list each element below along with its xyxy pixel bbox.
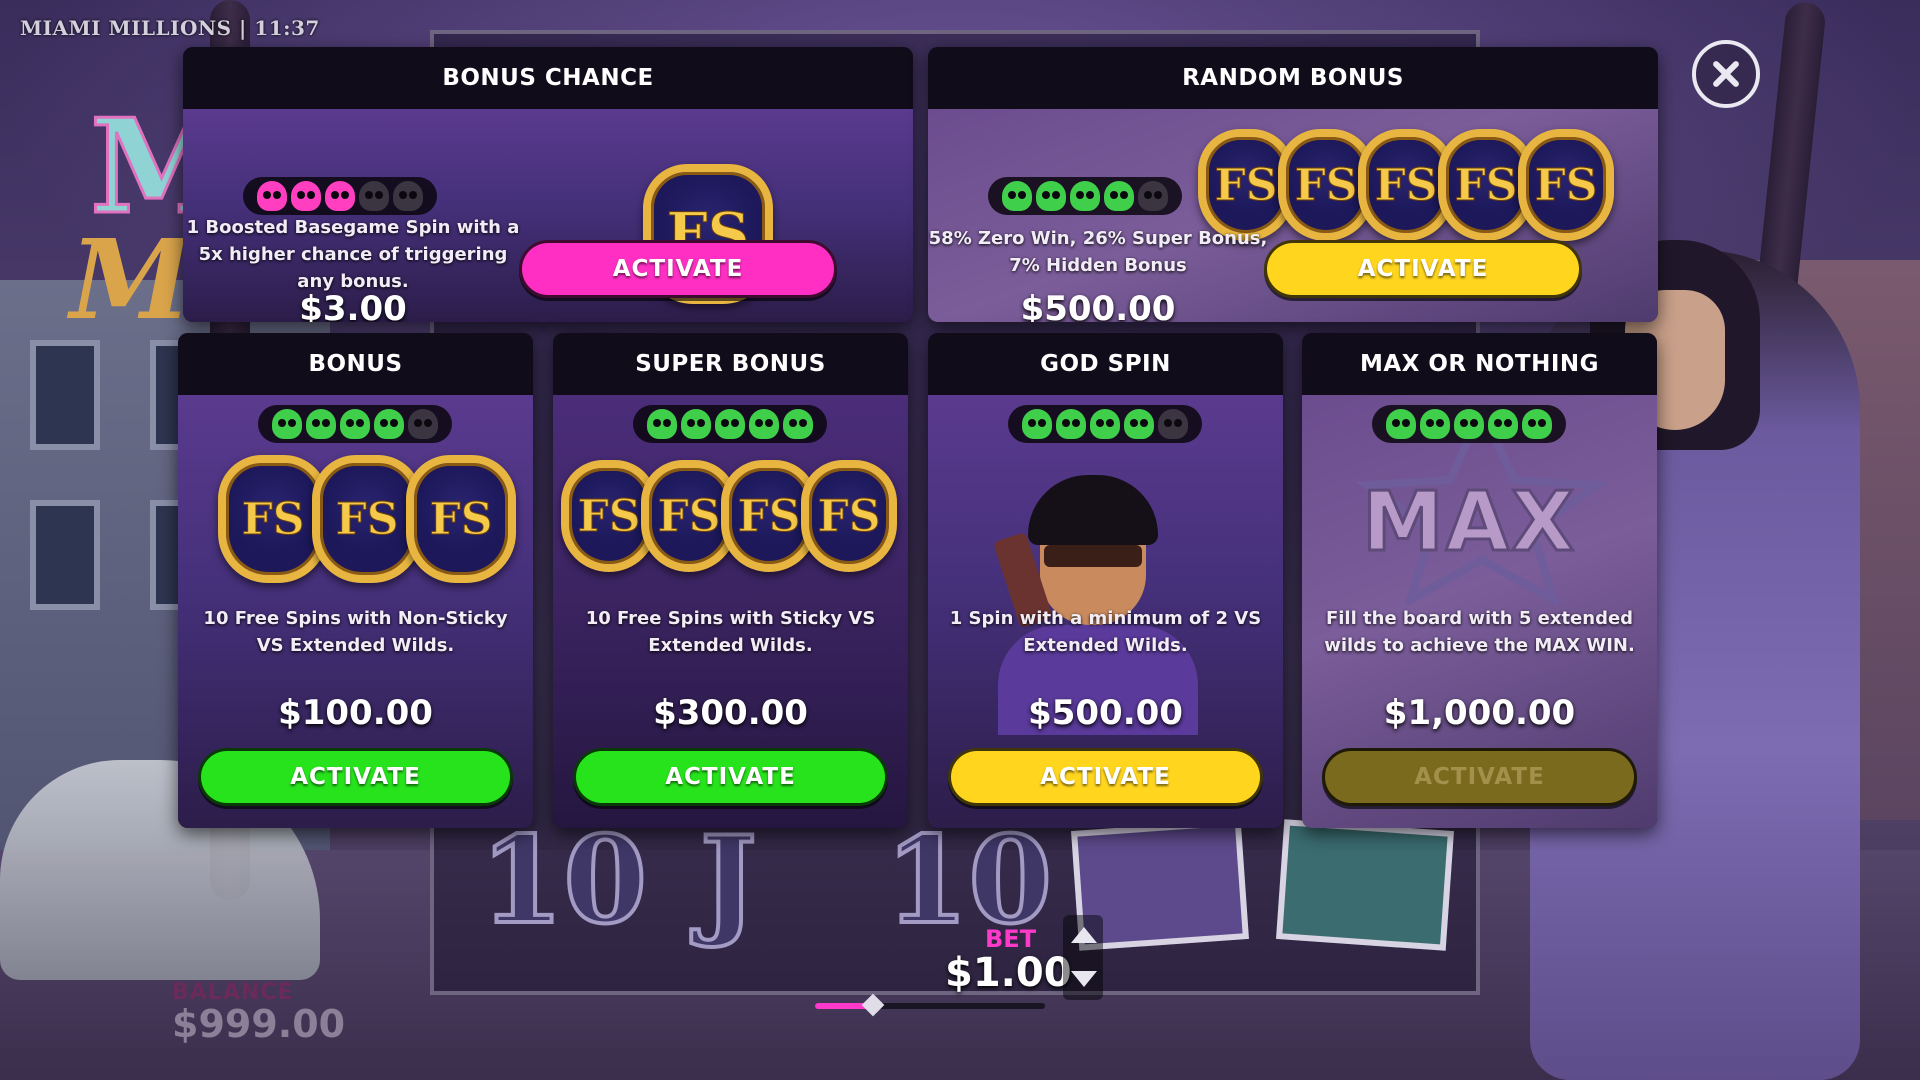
max-art-text: MAX — [1360, 474, 1577, 572]
fs-badge-icon: FS — [801, 460, 897, 572]
skull-icon — [291, 181, 321, 211]
card-bonus: BONUS FS FS FS 10 Free Spins with Non-St… — [178, 333, 533, 828]
skull-icon — [681, 409, 711, 439]
skull-icon — [783, 409, 813, 439]
card-description: 58% Zero Win, 26% Super Bonus, 7% Hidden… — [928, 228, 1268, 276]
game-title-clock: MIAMI MILLIONS | 11:37 — [20, 16, 320, 40]
hero-sunglasses — [1044, 545, 1142, 567]
card-description: 1 Boosted Basegame Spin with a 5x higher… — [186, 217, 520, 292]
fs-badge-group: FS FS FS FS — [561, 460, 897, 572]
skull-icon — [393, 181, 423, 211]
balance-value: $999.00 — [172, 1002, 346, 1046]
skull-icon — [1522, 409, 1552, 439]
skull-icon — [1056, 409, 1086, 439]
level-meter — [258, 405, 452, 443]
card-title: BONUS — [178, 333, 533, 395]
arrow-down-icon[interactable] — [1071, 971, 1097, 987]
card-god-spin: GOD SPIN 1 Spin with a minimum of 2 VS E… — [928, 333, 1283, 828]
card-random-bonus: RANDOM BONUS FS FS FS FS FS 58% Zero Win… — [928, 47, 1658, 322]
skull-icon — [1104, 181, 1134, 211]
card-price: $1,000.00 — [1383, 693, 1576, 733]
skull-icon — [1022, 409, 1052, 439]
skull-icon — [1002, 181, 1032, 211]
bet-slider[interactable] — [815, 993, 1045, 1017]
activate-button[interactable]: ACTIVATE — [573, 748, 888, 806]
building-window — [30, 500, 100, 610]
card-description: Fill the board with 5 extended wilds to … — [1324, 608, 1635, 656]
card-title: BONUS CHANCE — [183, 47, 913, 109]
close-icon[interactable] — [1692, 40, 1760, 108]
fs-badge-icon: FS — [1518, 129, 1614, 241]
card-title: GOD SPIN — [928, 333, 1283, 395]
fs-badge-icon: FS — [406, 455, 516, 583]
level-meter — [633, 405, 827, 443]
reel-symbol: J — [698, 808, 759, 953]
card-bonus-chance: BONUS CHANCE FS 1 Boosted Basegame Spin … — [183, 47, 913, 322]
skull-icon — [1386, 409, 1416, 439]
skull-icon — [272, 409, 302, 439]
level-meter — [988, 177, 1182, 215]
skull-icon — [408, 409, 438, 439]
card-price: $500.00 — [1020, 289, 1176, 322]
skull-icon — [1454, 409, 1484, 439]
activate-button[interactable]: ACTIVATE — [1264, 240, 1582, 298]
activate-button-disabled[interactable]: ACTIVATE — [1322, 748, 1637, 806]
hero-hair — [1028, 475, 1158, 545]
level-meter — [1372, 405, 1566, 443]
card-title: MAX OR NOTHING — [1302, 333, 1657, 395]
skull-icon — [325, 181, 355, 211]
card-price: $100.00 — [278, 693, 433, 733]
skull-icon — [374, 409, 404, 439]
level-meter — [243, 177, 437, 215]
skull-icon — [1090, 409, 1120, 439]
skull-icon — [1420, 409, 1450, 439]
card-description: 1 Spin with a minimum of 2 VS Extended W… — [949, 608, 1262, 656]
activate-button[interactable]: ACTIVATE — [948, 748, 1263, 806]
game-logo-script: M — [70, 215, 192, 344]
skull-icon — [359, 181, 389, 211]
skull-icon — [306, 409, 336, 439]
skull-icon — [1138, 181, 1168, 211]
skull-icon — [1036, 181, 1066, 211]
activate-button[interactable]: ACTIVATE — [519, 240, 837, 298]
card-price: $3.00 — [299, 289, 407, 322]
card-title: SUPER BONUS — [553, 333, 908, 395]
skull-icon — [257, 181, 287, 211]
skull-icon — [340, 409, 370, 439]
activate-button[interactable]: ACTIVATE — [198, 748, 513, 806]
card-super-bonus: SUPER BONUS FS FS FS FS 10 Free Spins wi… — [553, 333, 908, 828]
skull-icon — [1070, 181, 1100, 211]
skull-icon — [647, 409, 677, 439]
building-window — [30, 340, 100, 450]
sunglasses-symbol — [1276, 819, 1454, 951]
card-description: 10 Free Spins with Sticky VS Extended Wi… — [585, 608, 876, 656]
bet-value: $1.00 — [945, 950, 1072, 996]
card-price: $300.00 — [653, 693, 808, 733]
skull-icon — [1124, 409, 1154, 439]
card-title: RANDOM BONUS — [928, 47, 1658, 109]
reel-symbol: 10 — [478, 808, 649, 953]
bet-stepper — [1063, 915, 1103, 1000]
skull-icon — [749, 409, 779, 439]
skull-icon — [1158, 409, 1188, 439]
skull-icon — [715, 409, 745, 439]
level-meter — [1008, 405, 1202, 443]
card-price: $500.00 — [1028, 693, 1183, 733]
arrow-up-icon[interactable] — [1071, 927, 1097, 943]
card-max-or-nothing: MAX OR NOTHING MAX Fill the board with 5… — [1302, 333, 1657, 828]
fs-badge-group: FS FS FS — [218, 455, 516, 583]
card-description: 10 Free Spins with Non-Sticky VS Extende… — [203, 608, 508, 656]
bet-label: BET — [985, 925, 1037, 953]
skull-icon — [1488, 409, 1518, 439]
